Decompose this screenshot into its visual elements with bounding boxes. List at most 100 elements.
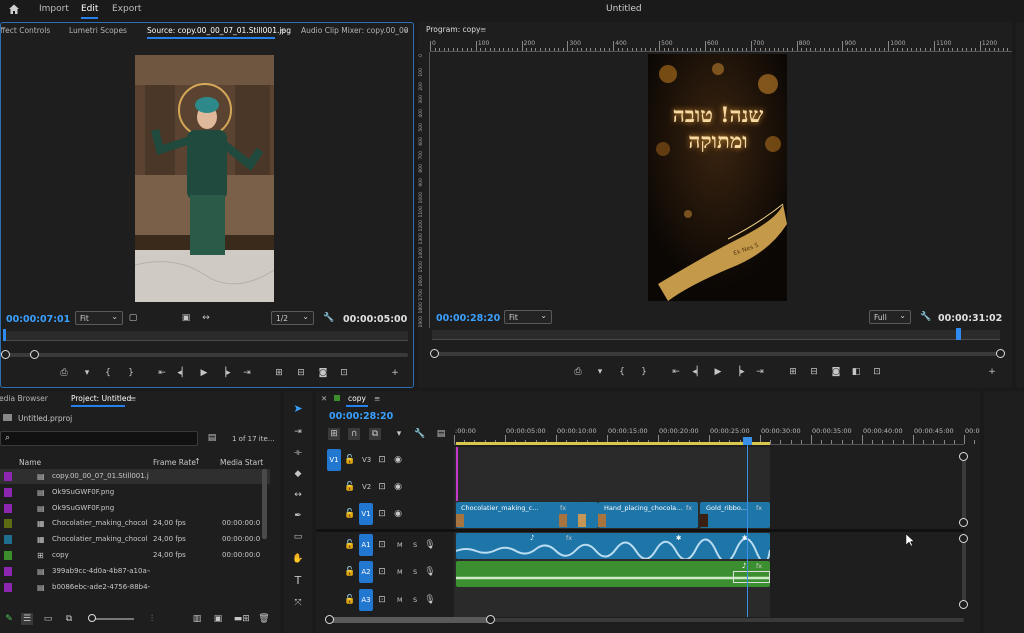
v1-clip-hand-placing[interactable]: Hand_placing_chocola... fx <box>598 502 698 528</box>
play-icon[interactable]: ▶ <box>198 367 210 379</box>
timeline-h-scroll-track[interactable] <box>329 617 492 623</box>
work-area-bar[interactable] <box>456 442 770 445</box>
zoom-slider[interactable] <box>90 618 134 620</box>
step-forward-icon[interactable]: ▕▸ <box>219 367 231 379</box>
tab-edit[interactable]: Edit <box>81 4 99 19</box>
source-scroll-handle-right[interactable] <box>30 350 39 359</box>
tab-export[interactable]: Export <box>112 4 141 14</box>
go-to-in-icon[interactable]: ⇤ <box>156 367 168 379</box>
lift-icon[interactable]: ⎙ <box>58 367 70 379</box>
sync-lock-icon[interactable]: ⊡ <box>376 566 388 578</box>
tab-sequence-copy[interactable]: copy <box>348 394 366 403</box>
audio-v-handle-bottom[interactable] <box>959 600 968 609</box>
lift-icon[interactable]: ⎙ <box>572 366 584 378</box>
menu-icon[interactable]: ≡ <box>480 25 486 34</box>
solo-button[interactable]: S <box>413 596 417 604</box>
timeline-h-handle-right[interactable] <box>486 615 495 624</box>
tab-import[interactable]: Import <box>39 4 69 14</box>
nest-icon[interactable]: ⊞ <box>328 428 340 440</box>
step-forward-icon[interactable]: ▕▸ <box>733 366 745 378</box>
new-item-icon[interactable]: ⊞ <box>240 613 252 625</box>
tab-project[interactable]: Project: Untitled <box>71 394 131 403</box>
mute-button[interactable]: M <box>397 568 403 576</box>
close-icon[interactable]: ✕ <box>321 394 327 403</box>
tab-source[interactable]: Source: copy.00_00_07_01.Still001.jpg <box>147 26 291 35</box>
mark-out-icon[interactable]: } <box>638 366 650 378</box>
label-color-chip[interactable] <box>4 487 12 497</box>
selection-tool-icon[interactable]: ➤ <box>292 403 304 415</box>
hand-tool-icon[interactable]: ✋ <box>292 553 304 565</box>
tab-effect-controls[interactable]: ffect Controls <box>1 26 50 35</box>
lock-icon[interactable]: 🔓 <box>344 508 356 520</box>
audio-v-scrollbar[interactable] <box>962 537 966 603</box>
add-marker-icon[interactable]: ▾ <box>393 428 405 440</box>
list-view-icon[interactable]: ☰ <box>21 613 33 625</box>
microphone-icon[interactable]: 🎙 <box>424 539 436 551</box>
solo-button[interactable]: S <box>413 568 417 576</box>
home-icon[interactable] <box>8 3 20 15</box>
source-playhead[interactable] <box>3 329 6 341</box>
button-editor-icon[interactable]: ⊡ <box>338 367 350 379</box>
program-playhead[interactable] <box>956 328 961 340</box>
label-color-chip[interactable] <box>4 472 12 481</box>
step-back-icon[interactable]: ◂▏ <box>692 366 704 378</box>
rectangle-tool-icon[interactable]: ▭ <box>292 531 304 543</box>
tab-lumetri-scopes[interactable]: Lumetri Scopes <box>69 26 127 35</box>
label-color-chip[interactable] <box>4 519 12 529</box>
play-icon[interactable]: ▶ <box>712 366 724 378</box>
lift-button-icon[interactable]: ⊞ <box>787 366 799 378</box>
project-list-item[interactable]: ▤ 399ab9cc-4d0a-4b87-a10a-e <box>0 564 270 579</box>
go-to-out-icon[interactable]: ⇥ <box>241 367 253 379</box>
timeline-timecode[interactable]: 00:00:28:20 <box>329 411 393 422</box>
automate-to-sequence-icon[interactable]: ▥ <box>191 613 203 625</box>
linked-selection-icon[interactable]: ⧉ <box>369 428 381 440</box>
comparison-view-icon[interactable]: ◧ <box>850 366 862 378</box>
pen-tool-icon[interactable]: ✒ <box>292 510 304 522</box>
track-select-tool-icon[interactable]: ⇥ <box>292 426 304 438</box>
sync-lock-icon[interactable]: ⊡ <box>376 454 388 466</box>
lock-icon[interactable]: 🔓 <box>344 481 356 493</box>
snap-icon[interactable]: ∩ <box>348 428 360 440</box>
add-button-icon[interactable]: + <box>986 366 998 378</box>
track-target-a1[interactable]: A1 <box>359 534 373 556</box>
track-target-a3[interactable]: A3 <box>359 589 373 611</box>
button-editor-icon[interactable]: ⊡ <box>871 366 883 378</box>
timeline-ruler[interactable]: :00:00 00:00:05:00 00:00:10:00 00:00:15:00 0… <box>454 417 980 445</box>
tab-program[interactable]: Program: copy <box>426 25 480 34</box>
video-v-handle-top[interactable] <box>959 452 968 461</box>
mute-button[interactable]: M <box>397 596 403 604</box>
razor-tool-icon[interactable]: ◆ <box>292 468 304 480</box>
overflow-icon[interactable]: » <box>404 26 409 35</box>
menu-icon[interactable]: ≡ <box>280 26 286 35</box>
label-color-chip[interactable] <box>4 503 12 513</box>
track-target-v1[interactable]: V1 <box>359 503 373 525</box>
pencil-icon[interactable]: ✎ <box>3 613 15 625</box>
overwrite-icon[interactable]: ↔ <box>200 312 212 324</box>
marker-icon[interactable]: ▾ <box>81 367 93 379</box>
settings-icon-small[interactable]: ▢ <box>127 312 139 324</box>
v1-clip-chocolatier[interactable]: Chocolatier_making_c... fx <box>456 502 584 528</box>
captions-icon[interactable]: ▤ <box>435 428 447 440</box>
new-bin-from-search-icon[interactable]: ▤ <box>206 432 218 444</box>
project-scrollbar[interactable] <box>262 469 267 539</box>
v1-clip-gold-ribbon[interactable]: Gold_ribbo... fx <box>700 502 770 528</box>
lock-icon[interactable]: 🔓 <box>344 539 356 551</box>
project-list-item[interactable]: ▤ Ok9SuGWF0F.png <box>0 501 270 516</box>
project-list-item[interactable]: ▤ Ok9SuGWF0F.png <box>0 485 270 500</box>
step-back-icon[interactable]: ◂▏ <box>177 367 189 379</box>
trash-icon[interactable]: 🗑 <box>258 613 270 625</box>
find-icon[interactable]: ▣ <box>212 613 224 625</box>
timeline-playhead-line[interactable] <box>747 437 748 617</box>
menu-icon[interactable]: ≡ <box>130 394 136 403</box>
eye-icon[interactable]: ◉ <box>392 508 404 520</box>
sort-icons-icon[interactable]: ⫶ <box>146 613 158 625</box>
a2-selected-clip-end[interactable] <box>733 571 770 583</box>
audio-v-handle-top[interactable] <box>959 534 968 543</box>
project-list-item[interactable]: ▤ b0086ebc-ade2-4756-88b4-f <box>0 580 270 595</box>
marker-icon[interactable]: ▾ <box>594 366 606 378</box>
source-time-ruler[interactable] <box>4 331 408 341</box>
sync-lock-icon[interactable]: ⊡ <box>376 539 388 551</box>
mark-in-icon[interactable]: { <box>616 366 628 378</box>
microphone-icon[interactable]: 🎙 <box>424 566 436 578</box>
video-v-scrollbar[interactable] <box>962 457 966 523</box>
